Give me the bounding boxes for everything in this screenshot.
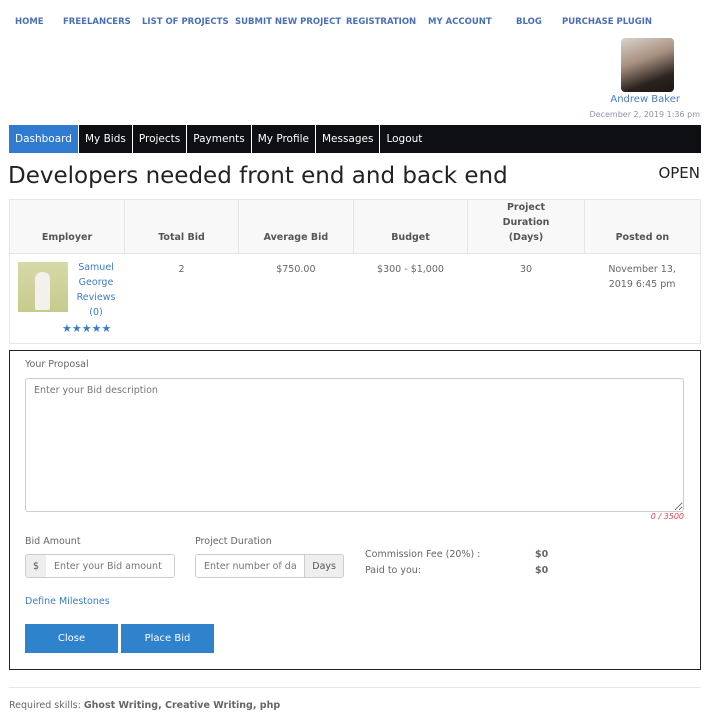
nav-blog[interactable]: BLOG — [516, 17, 542, 27]
required-skills: Required skills: Ghost Writing, Creative… — [9, 700, 280, 711]
table-header: Employer Total Bid Average Bid Budget Pr… — [8, 199, 702, 254]
bid-amount-group: $ — [25, 554, 175, 578]
duration: 30 — [467, 253, 585, 344]
nav-home[interactable]: HOME — [15, 17, 44, 27]
employer-name[interactable]: Samuel George — [78, 262, 114, 288]
proposal-label: Your Proposal — [25, 359, 89, 370]
bid-amount-label: Bid Amount — [25, 536, 81, 547]
place-bid-button[interactable]: Place Bid — [121, 624, 214, 653]
total-bid: 2 — [124, 253, 239, 344]
rating-stars-icon: ★★★★★ — [62, 322, 112, 335]
duration-group: Days — [195, 554, 344, 578]
header-posted-on: Posted on — [583, 199, 702, 254]
table-row: Samuel George Reviews (0) ★★★★★ 2 $750.00… — [9, 253, 701, 344]
nav-purchase-plugin[interactable]: PURCHASE PLUGIN — [562, 17, 652, 27]
posted-on: November 13, 2019 6:45 pm — [584, 253, 701, 344]
project-table: Employer Total Bid Average Bid Budget Pr… — [8, 199, 702, 344]
nav-list-of-projects[interactable]: LIST OF PROJECTS — [142, 17, 229, 27]
nav-submit-new-project[interactable]: SUBMIT NEW PROJECT — [235, 17, 341, 27]
average-bid: $750.00 — [238, 253, 354, 344]
user-avatar[interactable] — [621, 38, 674, 92]
char-counter: 0 / 3500 — [650, 512, 684, 521]
tab-logout[interactable]: Logout — [380, 125, 428, 153]
duration-input[interactable] — [196, 555, 305, 577]
skills-label: Required skills: — [9, 700, 81, 711]
employer-cell: Samuel George Reviews (0) ★★★★★ — [9, 253, 125, 344]
commission-label: Commission Fee (20%) : — [365, 549, 481, 560]
nav-registration[interactable]: REGISTRATION — [346, 17, 416, 27]
user-name[interactable]: Andrew Baker — [610, 94, 680, 105]
days-addon: Days — [304, 555, 343, 577]
bid-description-textarea[interactable] — [25, 378, 684, 512]
status-badge: OPEN — [658, 164, 700, 182]
page-title: Developers needed front end and back end — [8, 163, 508, 189]
tab-messages[interactable]: Messages — [316, 125, 381, 153]
project-duration-label: Project Duration — [195, 536, 272, 547]
tab-my-profile[interactable]: My Profile — [252, 125, 316, 153]
header-total-bid: Total Bid — [124, 199, 239, 254]
tab-my-bids[interactable]: My Bids — [79, 125, 133, 153]
header-budget: Budget — [352, 199, 469, 254]
tab-dashboard[interactable]: Dashboard — [9, 125, 79, 153]
define-milestones-link[interactable]: Define Milestones — [25, 596, 110, 607]
close-button[interactable]: Close — [25, 624, 118, 653]
paid-label: Paid to you: — [365, 565, 422, 576]
bid-amount-input[interactable] — [46, 555, 174, 577]
currency-addon: $ — [26, 555, 47, 577]
tab-projects[interactable]: Projects — [133, 125, 188, 153]
header-employer: Employer — [8, 199, 126, 254]
dashboard-tabs: Dashboard My Bids Projects Payments My P… — [9, 125, 701, 153]
header-duration: Project Duration (Days) — [467, 199, 585, 254]
divider — [9, 687, 701, 688]
nav-my-account[interactable]: MY ACCOUNT — [428, 17, 492, 27]
employer-reviews[interactable]: Reviews (0) — [77, 292, 116, 318]
skills-value: Ghost Writing, Creative Writing, php — [83, 700, 281, 711]
commission-value: $0 — [535, 549, 549, 560]
budget: $300 - $1,000 — [353, 253, 468, 344]
header-average-bid: Average Bid — [237, 199, 354, 254]
paid-value: $0 — [535, 565, 549, 576]
employer-avatar[interactable] — [18, 262, 68, 312]
current-date: December 2, 2019 1:36 pm — [589, 110, 700, 119]
tab-payments[interactable]: Payments — [187, 125, 252, 153]
nav-freelancers[interactable]: FREELANCERS — [63, 17, 131, 27]
